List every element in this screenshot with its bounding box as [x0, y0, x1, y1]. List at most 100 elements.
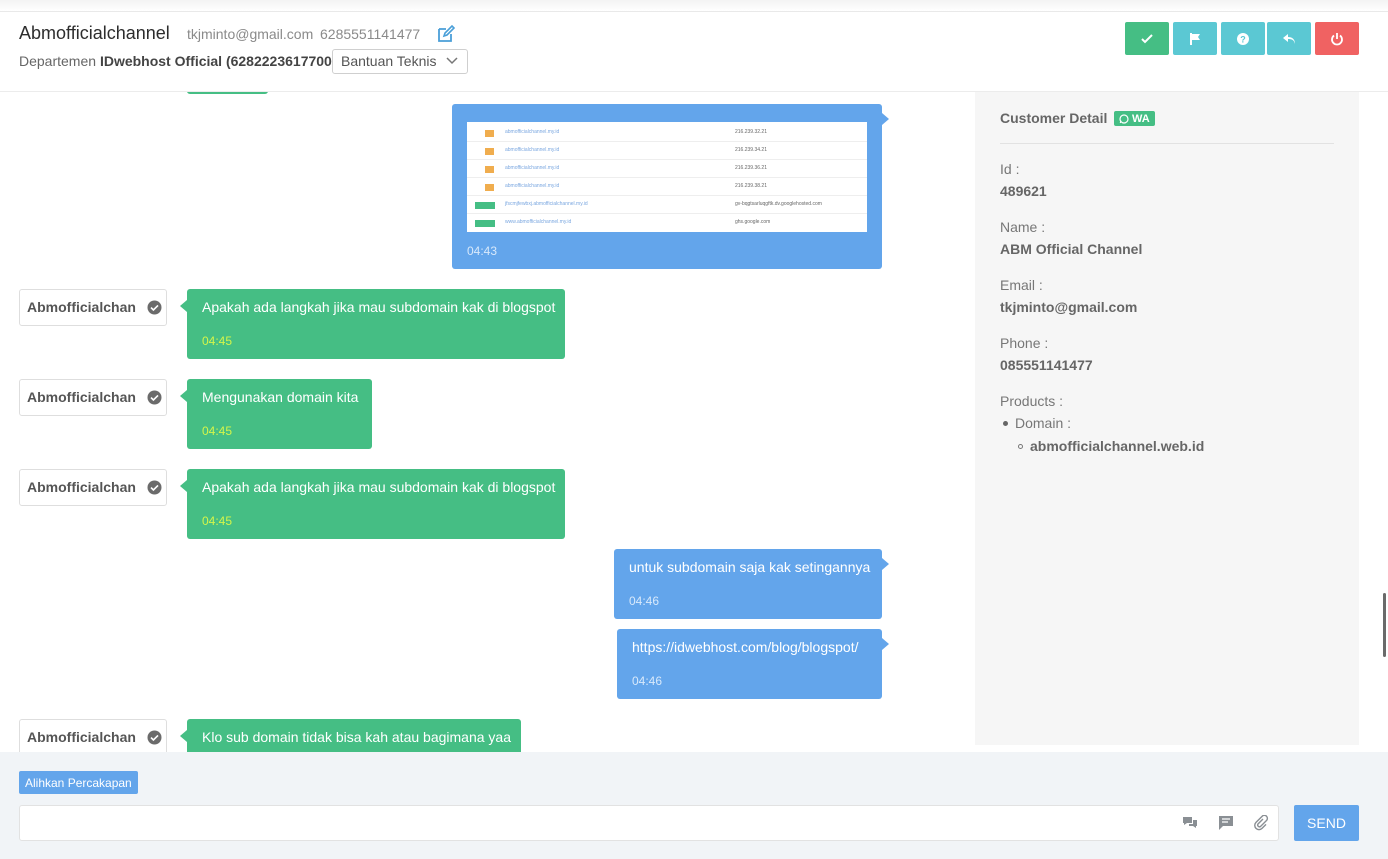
- check-circle-icon: [147, 480, 162, 495]
- message-time: 04:46: [629, 594, 660, 608]
- dns-record-row: abmofficialchannel.my.id 216.239.32.21: [467, 124, 867, 142]
- help-button[interactable]: ?: [1221, 22, 1265, 55]
- paperclip-icon[interactable]: [1253, 815, 1269, 831]
- sub-bullet: [1018, 444, 1023, 449]
- top-edge: [0, 0, 1388, 12]
- email-value: tkjminto@gmail.com: [1000, 299, 1138, 315]
- department-topic-select[interactable]: Bantuan Teknis: [332, 49, 468, 74]
- check-icon: [1141, 33, 1153, 43]
- check-circle-icon: [147, 390, 162, 405]
- check-circle-icon: [147, 300, 162, 315]
- message-time: 04:45: [202, 334, 233, 348]
- record-value: 216.239.36.21: [735, 165, 767, 171]
- check-circle-icon: [147, 730, 162, 745]
- dns-record-row: abmofficialchannel.my.id 216.239.38.21: [467, 178, 867, 196]
- department-name: IDwebhost Official (6282223617700): [99, 53, 337, 69]
- outgoing-message: untuk subdomain saja kak setingannya 04:…: [614, 549, 889, 619]
- record-value: 216.239.38.21: [735, 183, 767, 189]
- scrollbar-thumb[interactable]: [1383, 593, 1386, 657]
- record-value: gv-bqgtsarluqgftk.dv.googlehosted.com: [735, 201, 822, 207]
- products-label: Products :: [1000, 393, 1064, 409]
- phone-value: 085551141477: [1000, 357, 1093, 373]
- sender-tag: Abmofficialchan: [19, 719, 167, 752]
- composer-area: Alihkan Percakapan SEND: [0, 752, 1388, 859]
- record-name: www.abmofficialchannel.my.id: [505, 219, 572, 225]
- record-type-tag: [485, 130, 494, 137]
- sender-name: Abmofficialchan: [27, 729, 136, 745]
- note-icon[interactable]: [1218, 815, 1234, 831]
- dns-record-row: jfscmjfewbxj.abmofficialchannel.my.id gv-…: [467, 196, 867, 214]
- message-text[interactable]: https://idwebhost.com/blog/blogspot/: [632, 639, 858, 655]
- message-input[interactable]: [20, 806, 1170, 840]
- record-type-tag: [475, 202, 495, 209]
- outgoing-message: https://idwebhost.com/blog/blogspot/ 04:…: [617, 629, 889, 699]
- dns-records-screenshot[interactable]: abmofficialchannel.my.id 216.239.32.21 ab…: [467, 122, 867, 232]
- canned-responses-icon[interactable]: [1182, 815, 1198, 831]
- dns-record-row: abmofficialchannel.my.id 216.239.34.21: [467, 142, 867, 160]
- edit-icon[interactable]: [437, 25, 455, 43]
- reply-icon: [1283, 33, 1295, 44]
- chat-thread[interactable]: abmofficialchannel.my.id 216.239.32.21 ab…: [0, 92, 975, 752]
- sender-tag: Abmofficialchan: [19, 379, 167, 416]
- product-type: Domain :: [1015, 415, 1072, 431]
- id-label: Id :: [1000, 161, 1020, 177]
- name-label: Name :: [1000, 219, 1046, 235]
- record-type-tag: [485, 184, 494, 191]
- product-domain: abmofficialchannel.web.id: [1030, 438, 1205, 454]
- record-value: ghs.google.com: [735, 219, 771, 225]
- sender-name: Abmofficialchan: [27, 389, 136, 405]
- message-time: 04:45: [202, 424, 233, 438]
- message-time: 04:45: [202, 514, 233, 528]
- message-text: Apakah ada langkah jika mau subdomain ka…: [202, 299, 556, 315]
- power-icon: [1331, 32, 1343, 45]
- dns-record-row: abmofficialchannel.my.id 216.239.36.21: [467, 160, 867, 178]
- record-name: abmofficialchannel.my.id: [505, 147, 560, 153]
- contact-email: tkjminto@gmail.com: [187, 26, 314, 42]
- flag-button[interactable]: [1173, 22, 1217, 55]
- outgoing-image-message: abmofficialchannel.my.id 216.239.32.21 ab…: [452, 104, 889, 269]
- transfer-conversation-button[interactable]: Alihkan Percakapan: [19, 771, 138, 794]
- sender-tag: Abmofficialchan: [19, 289, 167, 326]
- message-time: 04:46: [632, 674, 663, 688]
- message-time: 04:43: [467, 244, 498, 258]
- email-label: Email :: [1000, 277, 1043, 293]
- conversation-header: Abmofficialchannel tkjminto@gmail.com 62…: [0, 12, 1388, 92]
- record-type-tag: [485, 148, 494, 155]
- record-name: abmofficialchannel.my.id: [505, 183, 560, 189]
- incoming-message: Apakah ada langkah jika mau subdomain ka…: [180, 289, 565, 359]
- divider: [1000, 143, 1334, 144]
- record-name: abmofficialchannel.my.id: [505, 129, 560, 135]
- bullet: [1003, 421, 1008, 426]
- record-value: 216.239.34.21: [735, 147, 767, 153]
- contact-phone: 6285551141477: [320, 26, 421, 42]
- department-topic-value: Bantuan Teknis: [341, 53, 437, 69]
- id-value: 489621: [1000, 183, 1047, 199]
- contact-name: Abmofficialchannel: [19, 23, 170, 43]
- record-value: 216.239.32.21: [735, 129, 767, 135]
- whatsapp-icon: [1119, 113, 1129, 124]
- message-composer: [19, 805, 1279, 841]
- message-text: untuk subdomain saja kak setingannya: [629, 559, 871, 575]
- message-text: Mengunakan domain kita: [202, 389, 359, 405]
- department-label: Departemen IDwebhost Official (628222361…: [19, 53, 337, 69]
- resolve-button[interactable]: [1125, 22, 1169, 55]
- dns-record-row: www.abmofficialchannel.my.id ghs.google.c…: [467, 214, 867, 232]
- whatsapp-badge-label: WA: [1132, 112, 1150, 125]
- record-type-tag: [485, 166, 494, 173]
- flag-icon: [1190, 32, 1200, 45]
- customer-detail-title: Customer Detail: [1000, 110, 1108, 126]
- whatsapp-badge: WA: [1114, 111, 1155, 126]
- department-prefix: Departemen: [19, 53, 97, 69]
- message-text: Klo sub domain tidak bisa kah atau bagim…: [202, 729, 511, 745]
- svg-text:?: ?: [1240, 34, 1246, 44]
- sender-tag: Abmofficialchan: [19, 469, 167, 506]
- incoming-message: Apakah ada langkah jika mau subdomain ka…: [180, 469, 565, 539]
- chevron-down-icon: [446, 57, 458, 65]
- sender-name: Abmofficialchan: [27, 479, 136, 495]
- record-type-tag: [475, 220, 495, 227]
- reply-button[interactable]: [1267, 22, 1311, 55]
- send-button[interactable]: SEND: [1294, 805, 1359, 841]
- record-name: jfscmjfewbxj.abmofficialchannel.my.id: [505, 201, 588, 207]
- close-conversation-button[interactable]: [1315, 22, 1359, 55]
- name-value: ABM Official Channel: [1000, 241, 1143, 257]
